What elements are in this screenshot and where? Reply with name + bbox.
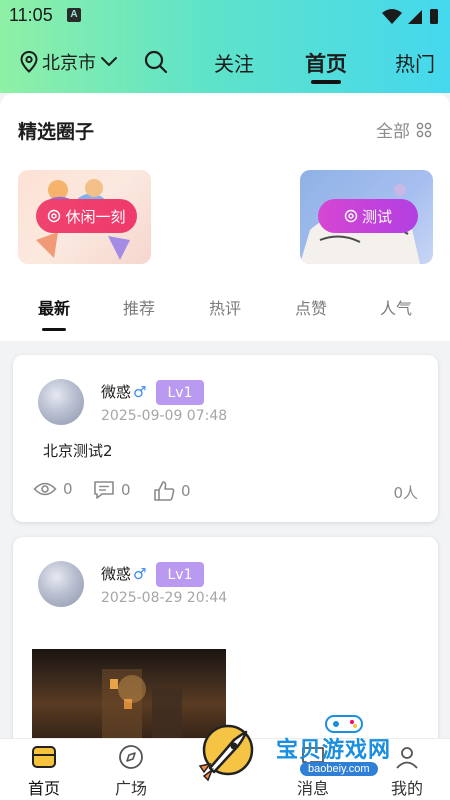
level-badge: Lv1 — [156, 562, 204, 587]
circle-pill-leisure: 休闲一刻 — [36, 199, 137, 233]
post-card[interactable]: 微惑 ♂ Lv1 2025-08-29 20:44 — [13, 537, 438, 747]
compass-icon — [119, 745, 143, 769]
battery-icon — [430, 9, 438, 24]
gender-male-icon: ♂ — [133, 564, 147, 583]
avatar[interactable] — [38, 561, 84, 607]
all-circles-button[interactable]: 全部 — [376, 117, 432, 142]
circle-card-test[interactable]: 测试 — [300, 170, 433, 264]
search-icon[interactable] — [142, 48, 170, 76]
post-time: 2025-09-09 07:48 — [101, 408, 228, 424]
feed-tabs: 最新 推荐 热评 点赞 人气 — [0, 289, 450, 333]
nav-mine-label: 我的 — [390, 779, 423, 798]
nav-square[interactable]: 广场 — [101, 743, 161, 799]
circle-icon — [344, 209, 358, 223]
notification-icon: A — [67, 8, 81, 22]
circle-pill-test: 测试 — [318, 199, 418, 233]
feed-tab-popular[interactable]: 人气 — [380, 295, 412, 319]
comment-icon — [94, 481, 114, 499]
nav-mine[interactable]: 我的 — [377, 743, 437, 799]
nav-messages[interactable]: 消息 — [283, 743, 343, 799]
home-icon — [32, 746, 56, 768]
participant-count: 0人 — [393, 484, 418, 502]
nav-square-label: 广场 — [114, 779, 147, 798]
location-pin-icon — [20, 51, 38, 73]
circle-label: 测试 — [361, 207, 392, 226]
status-time: 11:05 — [9, 5, 53, 25]
top-navbar: 北京市 关注 首页 热门 — [0, 40, 450, 86]
tab-hot[interactable]: 热门 — [395, 48, 435, 77]
grid-icon — [416, 122, 432, 137]
avatar[interactable] — [38, 379, 84, 425]
like-count: 0 — [181, 482, 191, 500]
like-button[interactable]: 0 — [153, 480, 191, 502]
nav-home[interactable]: 首页 — [14, 743, 74, 799]
level-badge: Lv1 — [156, 380, 204, 405]
nav-messages-label: 消息 — [296, 779, 329, 798]
gender-male-icon: ♂ — [133, 382, 147, 401]
city-selector[interactable]: 北京市 — [20, 48, 118, 76]
view-count-value: 0 — [63, 480, 73, 498]
post-author[interactable]: 微惑 ♂ — [101, 381, 146, 402]
circle-card-leisure[interactable]: 休闲一刻 — [18, 170, 151, 264]
active-tab-indicator — [311, 80, 341, 84]
post-time: 2025-08-29 20:44 — [101, 590, 228, 606]
city-label: 北京市 — [42, 53, 96, 74]
feed-tab-indicator — [42, 328, 66, 331]
signal-icon — [408, 10, 422, 24]
post-author[interactable]: 微惑 ♂ — [101, 563, 146, 584]
comment-count: 0 — [121, 481, 131, 499]
status-icons — [382, 9, 438, 24]
feed-tab-latest[interactable]: 最新 — [38, 295, 70, 319]
username: 微惑 — [101, 565, 132, 583]
tab-follow[interactable]: 关注 — [214, 48, 254, 77]
nav-home-label: 首页 — [27, 779, 60, 798]
status-bar: 11:05 A — [0, 0, 450, 32]
publish-rocket-button[interactable] — [190, 718, 260, 788]
feed-tab-recommended[interactable]: 推荐 — [123, 295, 155, 319]
all-circles-label: 全部 — [376, 122, 410, 142]
feed-tab-likes[interactable]: 点赞 — [295, 295, 327, 319]
tab-home[interactable]: 首页 — [305, 48, 347, 78]
header: 11:05 A 北京市 关注 首页 热门 — [0, 0, 450, 93]
circle-icon — [48, 209, 61, 223]
wifi-icon — [382, 9, 402, 24]
username: 微惑 — [101, 383, 132, 401]
circle-label: 休闲一刻 — [65, 207, 126, 226]
chevron-down-icon — [101, 57, 117, 66]
post-card[interactable]: 微惑 ♂ Lv1 2025-09-09 07:48 北京测试2 0 0 0 0人 — [13, 355, 438, 522]
feed-tab-hot-comments[interactable]: 热评 — [209, 295, 241, 319]
comment-button[interactable]: 0 — [93, 480, 131, 500]
view-count: 0 — [33, 480, 73, 498]
thumbs-up-icon — [154, 481, 175, 501]
message-icon — [302, 747, 324, 767]
section-title: 精选圈子 — [18, 121, 95, 143]
user-icon — [396, 747, 418, 769]
post-content: 北京测试2 — [43, 442, 113, 460]
circles-section: 精选圈子 全部 休闲一刻 测试 最新 推荐 热评 点赞 人气 — [0, 93, 450, 341]
eye-icon — [33, 482, 57, 496]
